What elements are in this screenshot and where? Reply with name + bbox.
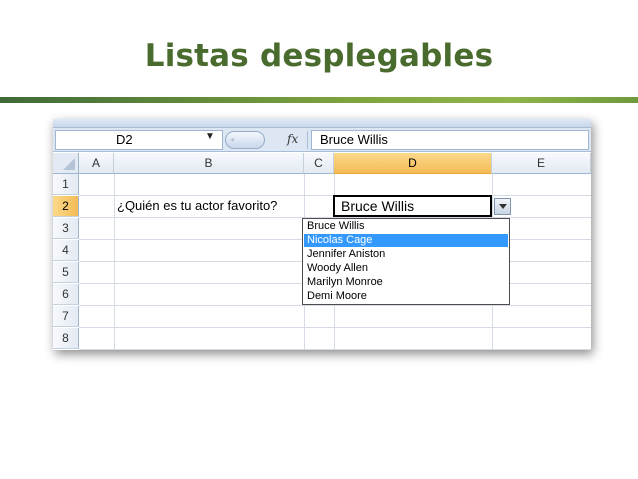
column-header-e[interactable]: E: [492, 153, 591, 174]
title-divider: [0, 97, 638, 103]
dropdown-item[interactable]: Marilyn Monroe: [304, 276, 508, 289]
slide-title: Listas desplegables: [144, 38, 494, 74]
dropdown-item-highlighted[interactable]: Nicolas Cage: [304, 234, 508, 247]
name-box[interactable]: D2: [55, 130, 223, 150]
excel-window: D2 ▼ ◦ fx Bruce Willis A B C D E 1 2 3 4…: [53, 119, 591, 350]
dropdown-list: Bruce Willis Nicolas Cage Jennifer Anist…: [302, 218, 510, 305]
fx-icon[interactable]: fx: [287, 132, 298, 146]
column-header-a[interactable]: A: [79, 153, 114, 174]
row-header-8[interactable]: 8: [53, 328, 79, 349]
gridline: [79, 327, 591, 328]
select-all-triangle-icon: [63, 158, 75, 170]
row-header-1[interactable]: 1: [53, 174, 79, 195]
chevron-down-icon: [499, 204, 507, 209]
formula-bar: D2 ▼ ◦ fx Bruce Willis: [53, 128, 591, 152]
column-header-d[interactable]: D: [334, 153, 492, 174]
chevron-down-icon[interactable]: ▼: [205, 131, 215, 142]
ribbon-edge: [53, 119, 591, 128]
gridline: [114, 174, 115, 350]
gridline: [79, 349, 591, 350]
cell-dropdown-button[interactable]: [494, 198, 511, 215]
gridline: [79, 305, 591, 306]
row-header-2[interactable]: 2: [53, 196, 79, 217]
row-header-6[interactable]: 6: [53, 284, 79, 305]
resize-handle-icon: ◦: [231, 135, 235, 146]
worksheet-grid: A B C D E 1 2 3 4 5 6 7 8 ¿Quién es tu a…: [53, 153, 591, 350]
active-cell-d2[interactable]: Bruce Willis: [333, 195, 492, 217]
dropdown-item[interactable]: Bruce Willis: [304, 220, 508, 233]
formula-separator: [307, 131, 308, 149]
dropdown-item[interactable]: Jennifer Aniston: [304, 248, 508, 261]
column-header-c[interactable]: C: [304, 153, 334, 174]
formula-input[interactable]: Bruce Willis: [311, 130, 589, 150]
select-all-button[interactable]: [53, 153, 79, 174]
row-header-7[interactable]: 7: [53, 306, 79, 327]
row-header-3[interactable]: 3: [53, 218, 79, 239]
row-header-4[interactable]: 4: [53, 240, 79, 261]
dropdown-item[interactable]: Woody Allen: [304, 262, 508, 275]
cell-d2-value: Bruce Willis: [341, 198, 415, 214]
row-header-5[interactable]: 5: [53, 262, 79, 283]
column-header-b[interactable]: B: [114, 153, 304, 174]
dropdown-item[interactable]: Demi Moore: [304, 290, 508, 303]
cell-b2[interactable]: ¿Quién es tu actor favorito?: [117, 198, 277, 213]
formula-expand-button[interactable]: ◦: [225, 131, 265, 149]
